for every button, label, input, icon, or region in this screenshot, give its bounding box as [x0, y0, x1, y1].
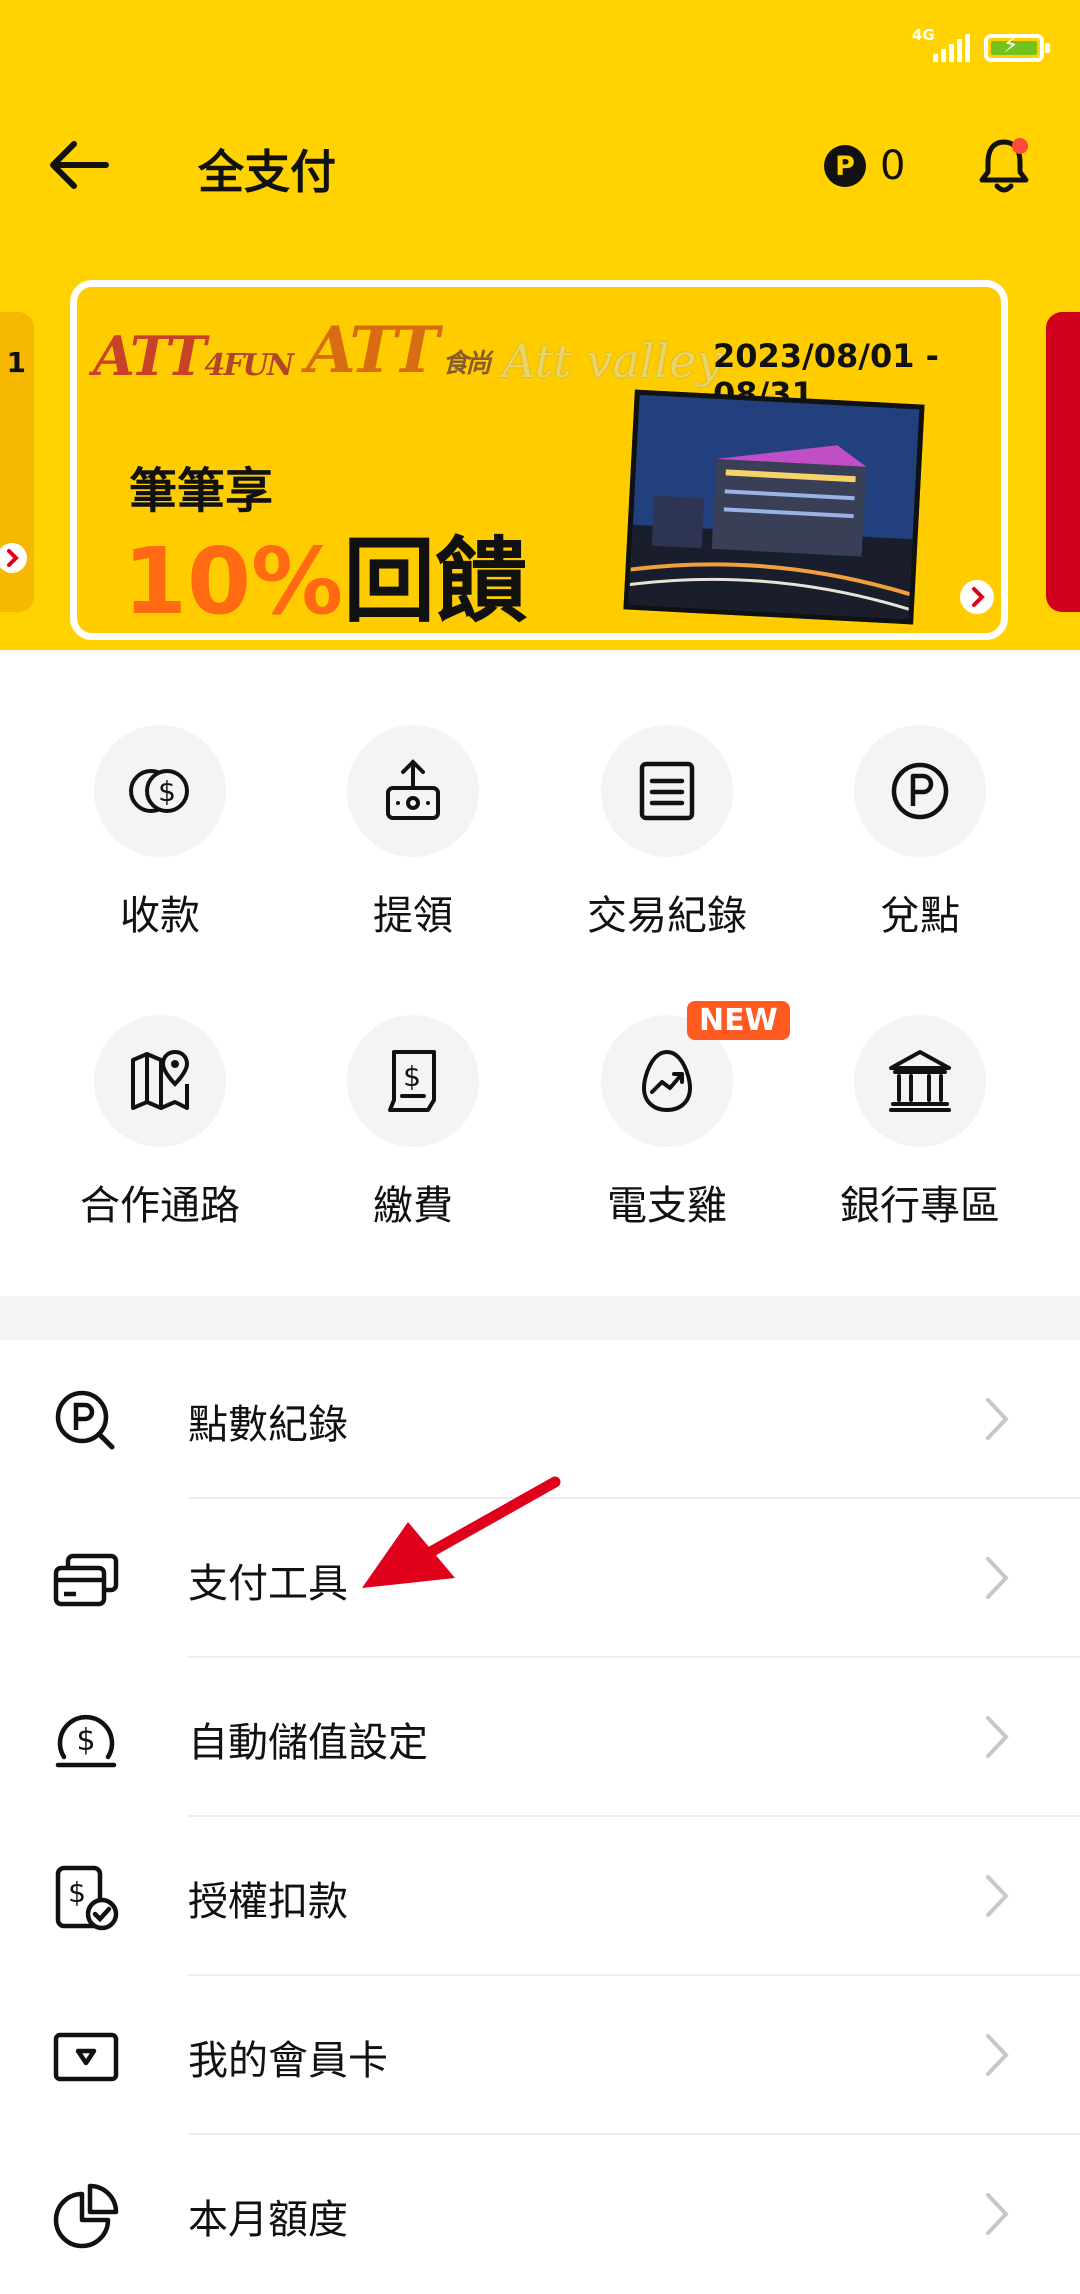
bell-icon	[979, 138, 1029, 193]
menu-item-label: 授權扣款	[188, 1879, 348, 1925]
partner-logos: ATT4FUN ATT 食尚 Att valley	[93, 313, 722, 388]
promo-headline: 10%回饋	[123, 507, 528, 635]
quick-action-transactions[interactable]: 交易紀錄	[542, 725, 792, 941]
menu-item-auto-topup[interactable]: $ 自動儲值設定	[0, 1658, 1080, 1817]
points-coin-icon: P	[824, 145, 866, 187]
points-value: 0	[880, 143, 906, 189]
banner-next-card[interactable]	[1046, 312, 1080, 612]
back-button[interactable]	[44, 135, 114, 195]
quick-action-label: 繳費	[373, 1183, 453, 1229]
svg-text:$: $	[403, 1060, 421, 1093]
att-food-logo: ATT 食尚	[306, 313, 491, 388]
promo-percent: 10%	[123, 528, 344, 635]
quick-action-label: 兌點	[880, 893, 960, 939]
battery-icon: ⚡	[984, 33, 1050, 62]
page-title: 全支付	[198, 145, 336, 199]
quick-action-egg-invest[interactable]: NEW 電支雞	[542, 1001, 792, 1231]
chevron-right-icon	[986, 1716, 1009, 1758]
map-pin-icon	[131, 1049, 190, 1110]
chevron-right-circle-icon	[0, 543, 27, 573]
chevron-right-circle-icon	[960, 580, 994, 614]
pie-chart-icon	[53, 2183, 119, 2249]
quick-action-icon-bg: $	[94, 725, 226, 857]
quick-action-icon-bg	[854, 1015, 986, 1147]
quick-action-receive[interactable]: $ 收款	[35, 725, 285, 941]
points-p-icon	[891, 762, 949, 820]
quick-action-bank-zone[interactable]: 銀行專區	[795, 1015, 1045, 1231]
att4fun-logo: ATT4FUN	[93, 324, 294, 388]
svg-text:$: $	[76, 1723, 95, 1758]
quick-action-redeem-points[interactable]: 兌點	[795, 725, 1045, 941]
points-balance[interactable]: P 0	[824, 143, 905, 189]
quick-action-label: 電支雞	[607, 1183, 727, 1229]
menu-item-member-card[interactable]: 我的會員卡	[0, 1976, 1080, 2135]
promo-headline-text: 回饋	[343, 528, 528, 635]
status-bar: 4G ⚡	[912, 26, 1050, 62]
coins-dollar-icon: $	[129, 769, 189, 813]
menu-item-authorized-debit[interactable]: $ 授權扣款	[0, 1817, 1080, 1976]
quick-action-pay-bills[interactable]: $ 繳費	[288, 1015, 538, 1231]
chevron-right-icon	[986, 1875, 1009, 1917]
quick-action-partners[interactable]: 合作通路	[35, 1015, 285, 1231]
mall-photo	[623, 389, 925, 625]
cards-icon	[53, 1553, 119, 1607]
quick-action-icon-bg	[601, 725, 733, 857]
points-search-icon	[55, 1390, 115, 1450]
quick-action-label: 收款	[120, 893, 200, 939]
menu-item-label: 自動儲值設定	[188, 1720, 428, 1766]
menu-item-label: 點數紀錄	[188, 1402, 348, 1448]
egg-growth-icon	[641, 1049, 693, 1113]
quick-action-label: 合作通路	[80, 1183, 240, 1229]
withdraw-icon	[386, 759, 440, 820]
auto-topup-dollar-icon: $	[55, 1714, 117, 1768]
banner-prev-card[interactable]: 1	[0, 312, 34, 612]
document-list-icon	[639, 761, 695, 821]
member-card-icon	[53, 2032, 119, 2082]
quick-action-label: 交易紀錄	[587, 893, 747, 939]
quick-action-label: 提領	[373, 893, 453, 939]
quick-action-icon-bg	[854, 725, 986, 857]
chevron-right-icon	[986, 1557, 1009, 1599]
svg-text:$: $	[68, 1876, 86, 1909]
authorized-debit-icon: $	[55, 1865, 119, 1931]
signal-icon: 4G	[912, 26, 970, 62]
bill-receipt-icon: $	[388, 1050, 436, 1112]
chevron-right-icon	[986, 2034, 1009, 2076]
arrow-left-icon	[50, 141, 109, 189]
quick-action-icon-bg	[94, 1015, 226, 1147]
section-divider	[0, 1296, 1080, 1340]
quick-action-icon-bg	[347, 725, 479, 857]
bank-icon	[889, 1050, 951, 1112]
menu-item-label: 支付工具	[188, 1561, 348, 1607]
network-type-label: 4G	[912, 26, 935, 44]
notification-button[interactable]	[972, 134, 1036, 198]
annotation-arrow-icon	[362, 1476, 561, 1588]
att-valley-logo: Att valley	[502, 334, 723, 388]
menu-item-monthly-limit[interactable]: 本月額度	[0, 2135, 1080, 2294]
svg-text:$: $	[158, 775, 176, 808]
menu-item-label: 本月額度	[188, 2197, 348, 2243]
banner-prev-text: 1	[6, 346, 26, 379]
chevron-right-icon	[986, 1398, 1009, 1440]
menu-item-label: 我的會員卡	[188, 2038, 388, 2084]
quick-action-icon-bg: $	[347, 1015, 479, 1147]
promo-banner[interactable]: ATT4FUN ATT 食尚 Att valley 2023/08/01 - 0…	[70, 280, 1008, 640]
chevron-right-icon	[986, 2193, 1009, 2235]
quick-action-withdraw[interactable]: 提領	[288, 725, 538, 941]
quick-action-label: 銀行專區	[840, 1183, 1000, 1229]
new-badge: NEW	[687, 1001, 790, 1040]
